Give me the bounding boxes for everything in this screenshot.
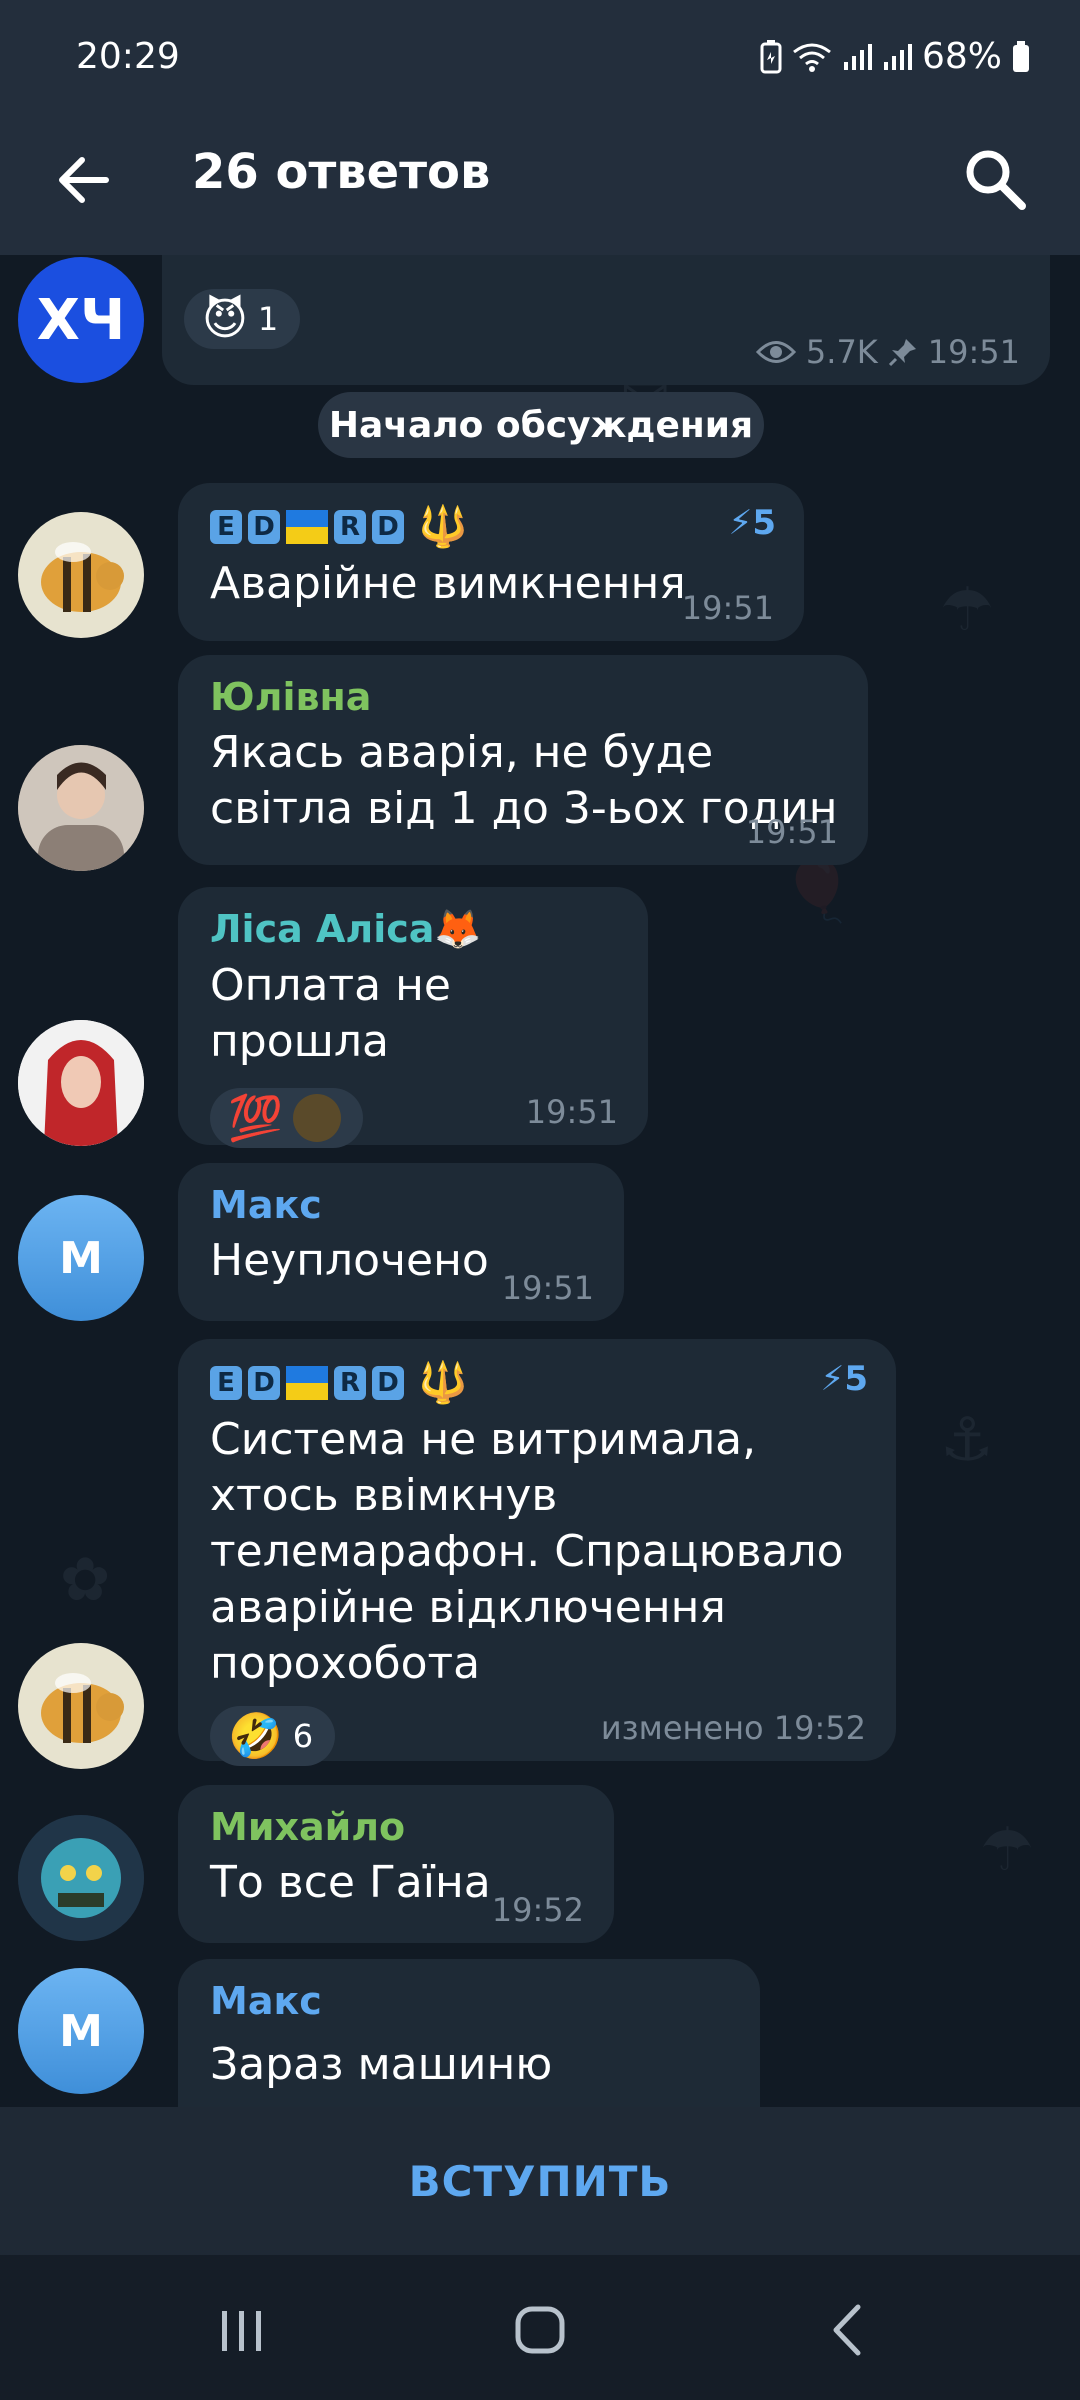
reaction-chip[interactable]: 😈 1 xyxy=(184,289,301,349)
page-title: 26 ответов xyxy=(192,144,491,200)
sender-name[interactable]: Михайло xyxy=(210,1805,582,1849)
tag-letter: D xyxy=(248,509,280,544)
message-bubble[interactable]: Макс Неуплочено 19:51 xyxy=(178,1163,624,1321)
join-bar: ВСТУПИТЬ xyxy=(0,2107,1080,2255)
recent-apps-icon[interactable] xyxy=(202,2295,282,2365)
status-bar: 20:29 68% xyxy=(0,0,1080,120)
reaction-emoji: 😈 xyxy=(202,293,248,345)
message-bubble[interactable]: E D R D 🔱 ⚡5 Система не витримала, хтось… xyxy=(178,1339,896,1766)
sender-name[interactable]: Макс xyxy=(210,1183,592,1227)
reaction-chip[interactable]: 🤣 6 xyxy=(210,1706,336,1766)
reaction-count: 6 xyxy=(292,1717,314,1755)
reaction-emoji: 💯 xyxy=(228,1093,283,1144)
search-icon[interactable] xyxy=(960,144,1030,214)
message-bubble[interactable]: Ліса Аліса🦊 Оплата не прошла 💯 19:51 xyxy=(178,887,648,1148)
avatar-mykhailo[interactable] xyxy=(18,1815,144,1941)
tag-letter: E xyxy=(210,509,242,544)
back-icon[interactable] xyxy=(808,2295,888,2365)
app-bar: 26 ответов xyxy=(0,120,1080,255)
join-button[interactable]: ВСТУПИТЬ xyxy=(409,2157,672,2206)
boost-badge: ⚡5 xyxy=(820,1359,868,1399)
trident-icon: 🔱 xyxy=(418,504,468,550)
boost-badge: ⚡5 xyxy=(728,503,776,543)
message-bubble[interactable]: Юлівна Якась аварія, не буде світла від … xyxy=(178,655,868,865)
sender-name[interactable]: Макс xyxy=(210,1979,728,2023)
tag-letter: D xyxy=(248,1365,280,1400)
battery-saver-icon xyxy=(760,39,782,73)
status-time: 20:29 xyxy=(76,36,180,77)
avatar-hamster-bee[interactable] xyxy=(18,512,144,638)
trident-icon: 🔱 xyxy=(418,1360,468,1406)
eye-icon xyxy=(755,341,796,363)
message-time: 19:51 xyxy=(501,1269,594,1307)
avatar-lisa-alisa[interactable] xyxy=(18,1020,144,1146)
pin-icon xyxy=(888,339,916,367)
back-arrow-icon[interactable] xyxy=(52,148,116,212)
message-bubble[interactable]: Макс Зараз машиню доварю xyxy=(178,1959,760,2107)
chat-area[interactable]: ✉ ☂ 🎈 ⚓ ✿ ☂ ★ ХЧ 😈 1 5.7K 19:51 Начало о… xyxy=(0,255,1080,2107)
ukraine-flag-icon xyxy=(286,1365,328,1400)
signal-icon-2 xyxy=(883,43,912,70)
avatar-yulivna[interactable] xyxy=(18,745,144,871)
system-nav-bar xyxy=(0,2255,1080,2400)
post-meta: 5.7K 19:51 xyxy=(755,333,1020,371)
reactor-avatar xyxy=(292,1094,341,1142)
ukraine-flag-icon xyxy=(286,509,328,544)
sender-name[interactable]: Юлівна xyxy=(210,675,836,719)
home-icon[interactable] xyxy=(500,2295,580,2365)
message-time: 19:51 xyxy=(681,589,774,627)
message-text: Зараз машиню доварю xyxy=(210,2039,553,2107)
reaction-count: 1 xyxy=(257,300,279,338)
sender-name[interactable]: Ліса Аліса🦊 xyxy=(210,907,616,952)
view-count: 5.7K xyxy=(805,333,878,371)
channel-post-bubble[interactable]: 😈 1 5.7K 19:51 xyxy=(162,255,1050,385)
custom-title-tags: E D R D 🔱 xyxy=(210,503,772,550)
avatar-hamster-bee[interactable] xyxy=(18,1643,144,1769)
tag-letter: R xyxy=(334,1365,366,1400)
battery-icon xyxy=(1013,40,1029,72)
avatar-maks[interactable]: M xyxy=(18,1195,144,1321)
tag-letter: R xyxy=(334,509,366,544)
message-time: 19:51 xyxy=(745,813,838,851)
custom-title-tags: E D R D 🔱 xyxy=(210,1359,864,1406)
message-bubble[interactable]: Михайло То все Гаїна 19:52 xyxy=(178,1785,614,1943)
message-time: 19:52 xyxy=(491,1891,584,1929)
message-time: изменено 19:52 xyxy=(600,1709,866,1747)
avatar-maks[interactable]: M xyxy=(18,1968,144,2094)
tag-letter: D xyxy=(372,1365,404,1400)
message-bubble[interactable]: E D R D 🔱 ⚡5 Аварійне вимкнення 19:51 xyxy=(178,483,804,641)
post-time: 19:51 xyxy=(927,333,1020,371)
status-icons: 68% xyxy=(760,36,1030,77)
message-text: Система не витримала, хтось ввімкнув тел… xyxy=(210,1414,844,1689)
signal-icon-1 xyxy=(843,43,872,70)
reaction-chip[interactable]: 💯 xyxy=(210,1088,363,1148)
wifi-icon xyxy=(793,43,831,72)
battery-percent: 68% xyxy=(921,36,1002,77)
discussion-start-divider: Начало обсуждения xyxy=(318,392,764,458)
message-text: Оплата не прошла xyxy=(210,960,451,1067)
avatar-channel[interactable]: ХЧ xyxy=(18,257,144,383)
reaction-emoji: 🤣 xyxy=(228,1711,283,1762)
tag-letter: D xyxy=(372,509,404,544)
message-time: 19:51 xyxy=(525,1093,618,1131)
tag-letter: E xyxy=(210,1365,242,1400)
